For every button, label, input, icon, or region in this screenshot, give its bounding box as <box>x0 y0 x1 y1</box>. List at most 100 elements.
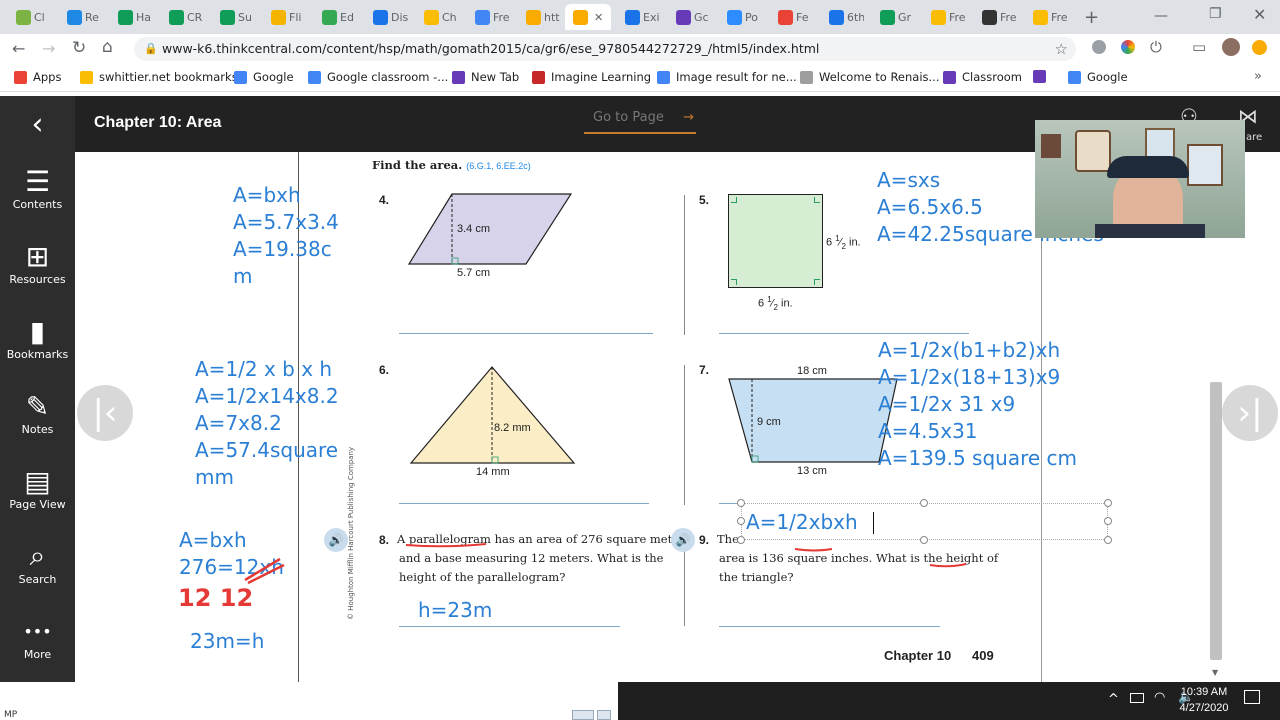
browser-tab[interactable]: Exi <box>617 4 660 30</box>
bookmark-item[interactable]: Apps <box>14 70 61 84</box>
resize-handle[interactable] <box>920 499 928 507</box>
next-page-button[interactable]: ›| <box>1222 385 1278 441</box>
go-to-page[interactable]: Go to Page → <box>584 110 696 134</box>
previous-page-button[interactable]: |‹ <box>77 385 133 441</box>
close-window-button[interactable]: ✕ <box>1253 5 1266 24</box>
annotation-line: A=7x8.2 <box>195 411 282 435</box>
resize-handle[interactable] <box>920 536 928 544</box>
browser-tab[interactable]: Fli <box>263 4 306 30</box>
scroll-down-icon[interactable]: ▼ <box>1212 668 1218 677</box>
tab-label: Po <box>745 10 758 24</box>
browser-tab[interactable]: Ch <box>416 4 459 30</box>
home-icon[interactable]: ⌂ <box>102 37 113 57</box>
cast-icon[interactable]: ▭ <box>1192 38 1206 56</box>
bookmark-item[interactable]: Google classroom -... <box>308 70 448 84</box>
back-chevron-icon[interactable]: ‹ <box>0 96 75 152</box>
square-figure <box>728 194 823 288</box>
browser-tab[interactable]: Ed <box>314 4 357 30</box>
notification-icon[interactable] <box>1244 690 1260 704</box>
browser-tab[interactable]: Gr <box>872 4 915 30</box>
bookmark-item[interactable]: Classroom <box>943 70 1022 84</box>
text-cursor <box>873 512 874 534</box>
rail-item-search[interactable]: ⌕ Search <box>0 539 75 586</box>
bookmark-item[interactable]: Google <box>234 70 294 84</box>
height-label: 9 cm <box>757 416 781 428</box>
browser-tab[interactable]: Fe <box>770 4 813 30</box>
annotation-text-box[interactable]: A=1/2xbxh <box>741 503 1108 540</box>
bottom-strip: MP <box>0 682 618 720</box>
browser-tab[interactable]: Cl <box>8 4 51 30</box>
bookmark-item[interactable]: New Tab <box>452 70 519 84</box>
minimize-button[interactable]: — <box>1154 8 1168 24</box>
profile-avatar[interactable] <box>1222 38 1240 56</box>
extension-icon[interactable] <box>1092 40 1106 54</box>
clock-time[interactable]: 10:39 AM <box>1178 686 1230 698</box>
address-bar[interactable]: 🔒 www-k6.thinkcentral.com/content/hsp/ma… <box>134 37 1076 61</box>
power-icon[interactable]: ⏻ <box>1150 38 1162 56</box>
bookmark-item[interactable]: Welcome to Renais... <box>800 70 940 84</box>
browser-tab[interactable]: Re <box>59 4 102 30</box>
browser-tab[interactable]: Ha <box>110 4 153 30</box>
tab-label: CR <box>187 10 203 24</box>
battery-icon[interactable] <box>1130 693 1144 703</box>
rail-item-bookmarks[interactable]: ▮ Bookmarks <box>0 314 75 362</box>
resize-handle[interactable] <box>737 536 745 544</box>
maximize-button[interactable]: ❐ <box>1209 6 1222 22</box>
annotation-8-result: 23m=h <box>190 629 265 653</box>
browser-tab[interactable]: 6th <box>821 4 864 30</box>
rail-item-page-view[interactable]: ▤ Page View <box>0 464 75 512</box>
annotation-line: A=1/2x(18+13)x9 <box>878 365 1061 389</box>
new-tab-button[interactable]: + <box>1084 7 1099 28</box>
browser-tab[interactable]: Dis <box>365 4 408 30</box>
resize-handle[interactable] <box>1104 536 1112 544</box>
browser-tab[interactable]: Fre <box>1025 4 1068 30</box>
browser-tab[interactable]: Gc <box>668 4 711 30</box>
webcam-overlay <box>1035 120 1245 238</box>
color-extension-icon[interactable] <box>1121 40 1135 54</box>
bookmark-item[interactable]: Image result for ne... <box>657 70 797 84</box>
bookmark-icon <box>532 70 545 84</box>
tab-active[interactable]: ✕ <box>565 4 611 30</box>
browser-tab[interactable]: Su <box>212 4 255 30</box>
bookmark-item[interactable]: Google <box>1068 70 1128 84</box>
resize-handle[interactable] <box>737 517 745 525</box>
chevron-up-icon[interactable]: ^ <box>1108 692 1119 707</box>
annotation-9[interactable]: A=1/2xbxh <box>746 509 858 536</box>
forward-arrow-icon[interactable]: → <box>42 39 55 58</box>
tab-label: Re <box>85 10 99 24</box>
rail-item-contents[interactable]: ☰ Contents <box>0 164 75 212</box>
browser-tab[interactable]: Fre <box>467 4 510 30</box>
annotation-line: A=1/2 x b x h <box>195 357 333 381</box>
rail-item-more[interactable]: ••• More <box>0 614 75 662</box>
page-thumb-icon[interactable] <box>597 710 611 720</box>
bookmark-item[interactable] <box>1033 70 1052 83</box>
bookmark-item[interactable]: swhittier.net bookmarks <box>80 70 238 84</box>
reload-icon[interactable]: ↻ <box>72 38 86 58</box>
more-bookmarks-icon[interactable]: » <box>1254 69 1262 84</box>
scrollbar-thumb[interactable] <box>1210 382 1222 660</box>
browser-tab[interactable]: CR <box>161 4 204 30</box>
wifi-icon[interactable]: ◠ <box>1154 690 1165 705</box>
problem-number: 6. <box>379 363 390 377</box>
browser-tab[interactable]: Fre <box>974 4 1017 30</box>
annotation-line: A=19.38c <box>233 237 332 261</box>
browser-tab[interactable]: Fre <box>923 4 966 30</box>
tab-favicon-icon <box>778 9 793 25</box>
resize-handle[interactable] <box>1104 499 1112 507</box>
star-icon[interactable]: ☆ <box>1055 37 1068 61</box>
clock-date[interactable]: 4/27/2020 <box>1178 702 1230 714</box>
tab-close-icon[interactable]: ✕ <box>594 11 603 24</box>
page-thumb-icon[interactable] <box>572 710 594 720</box>
rail-item-notes[interactable]: ✎ Notes <box>0 389 75 437</box>
bookmark-item[interactable]: Imagine Learning <box>532 70 651 84</box>
sync-icon[interactable] <box>1252 40 1267 55</box>
audio-speaker-icon[interactable]: 🔊 <box>324 528 348 552</box>
browser-tab[interactable]: htt <box>518 4 561 30</box>
resize-handle[interactable] <box>737 499 745 507</box>
browser-tab[interactable]: Po <box>719 4 762 30</box>
resize-handle[interactable] <box>1104 517 1112 525</box>
rail-item-resources[interactable]: ⊞ Resources <box>0 239 75 287</box>
back-arrow-icon[interactable]: ← <box>12 39 25 58</box>
bookmark-icon <box>14 70 27 84</box>
problem-number: 4. <box>379 193 390 207</box>
